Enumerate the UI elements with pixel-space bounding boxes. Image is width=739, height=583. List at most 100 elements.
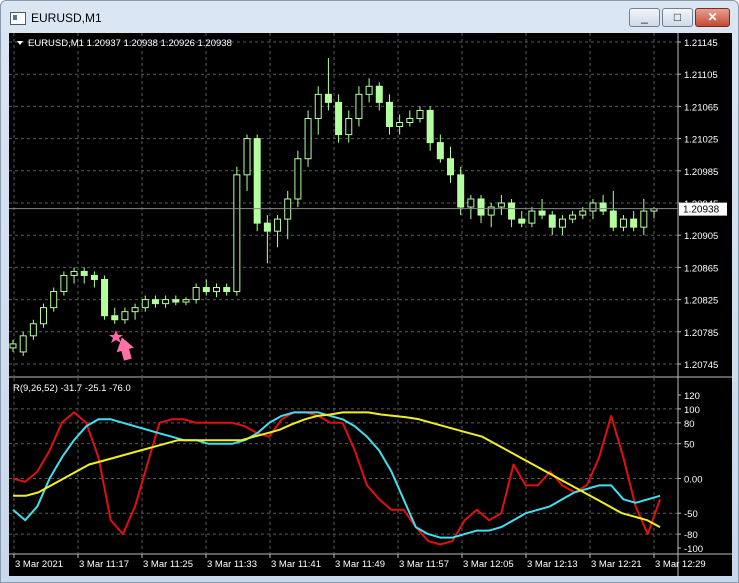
price-tick-label: 1.20905: [684, 231, 718, 242]
candle: [40, 307, 48, 325]
close-button[interactable]: ✕: [695, 8, 730, 27]
price-tick-label: 1.20785: [684, 328, 718, 339]
price-tick-label: 1.21025: [684, 135, 718, 146]
candle: [365, 85, 373, 95]
time-tick-label: 3 Mar 11:41: [271, 559, 321, 570]
candle: [80, 270, 88, 276]
candle: [172, 299, 180, 303]
indicator-tick-label: 80: [684, 419, 695, 430]
time-tick-label: 3 Mar 11:17: [79, 559, 129, 570]
candle: [121, 311, 129, 321]
indicator-header: R(9,26,52) -31.7 -25.1 -76.0: [13, 383, 131, 394]
title-bar[interactable]: EURUSD,M1 _ □ ✕: [1, 1, 738, 33]
candle: [630, 218, 638, 228]
indicator-tick-label: 100: [684, 405, 700, 416]
candle: [162, 299, 170, 305]
time-tick-label: 3 Mar 11:57: [399, 559, 449, 570]
minimize-icon: _: [641, 10, 648, 24]
chart-canvas[interactable]: 1.21145 1.21105 1.21065 1.21025 1.20985 1.209…: [9, 33, 732, 576]
maximize-button[interactable]: □: [662, 8, 693, 27]
indicator-tick-label: 50: [684, 440, 695, 451]
price-label-box: 1.20938: [679, 202, 727, 216]
terminal-window: EURUSD,M1 _ □ ✕ 1.21145 1.21105 1.21065 1.2…: [0, 0, 739, 583]
candle: [457, 174, 465, 208]
candle: [497, 202, 505, 208]
window-title: EURUSD,M1: [31, 11, 102, 25]
indicator-tick-label: 120: [684, 391, 700, 402]
candle: [406, 117, 414, 123]
candle: [274, 218, 282, 232]
candle: [538, 210, 546, 216]
candle: [345, 117, 353, 136]
candle: [223, 287, 231, 293]
chart-window-icon: [10, 12, 26, 25]
price-tick-label: 1.21065: [684, 102, 718, 113]
indicator-series-yellow: [13, 411, 661, 528]
candle: [436, 142, 444, 160]
candle: [548, 214, 556, 228]
candle: [192, 287, 200, 301]
indicator-tick-label: -100: [684, 544, 703, 555]
candle: [29, 323, 37, 337]
candle: [477, 198, 485, 216]
candle: [467, 198, 475, 208]
candle: [243, 138, 251, 176]
indicator-tick-label: 0.00: [684, 474, 703, 485]
candle: [101, 278, 109, 317]
candle: [324, 93, 332, 103]
candle: [355, 93, 363, 119]
candle: [558, 218, 566, 228]
candle: [528, 210, 536, 224]
candle: [131, 307, 139, 313]
indicator-tick-label: -50: [684, 509, 698, 520]
candle: [70, 270, 78, 276]
candle: [579, 210, 587, 216]
candle: [141, 299, 149, 309]
candle: [60, 274, 68, 293]
candle: [50, 291, 58, 309]
candle: [90, 274, 98, 280]
candle: [212, 287, 220, 293]
candle: [619, 218, 627, 228]
chart-area[interactable]: 1.21145 1.21105 1.21065 1.21025 1.20985 1.209…: [9, 33, 732, 576]
time-tick-label: 3 Mar 12:21: [591, 559, 642, 570]
chart-menu-triangle-icon[interactable]: [17, 41, 23, 45]
grid: [9, 33, 678, 553]
candle: [314, 93, 322, 119]
current-price-label: 1.20938: [683, 205, 720, 216]
candle: [569, 214, 577, 220]
time-tick-label: 3 Mar 11:49: [335, 559, 385, 570]
time-tick-label: 3 Mar 12:13: [527, 559, 578, 570]
candle: [151, 299, 159, 305]
candle: [253, 138, 261, 224]
candle: [426, 109, 434, 144]
candle: [335, 101, 343, 136]
price-tick-label: 1.21105: [684, 70, 718, 81]
indicator-tick-label: -80: [684, 530, 698, 541]
time-tick-label: 3 Mar 2021: [15, 559, 63, 570]
candle: [589, 202, 597, 212]
candle: [304, 117, 312, 160]
time-tick-label: 3 Mar 12:29: [655, 559, 706, 570]
price-tick-label: 1.20825: [684, 296, 718, 307]
maximize-icon: □: [673, 10, 682, 24]
candle: [508, 202, 516, 220]
candle: [375, 85, 383, 103]
candle: [396, 122, 404, 128]
price-tick-label: 1.21145: [684, 38, 718, 49]
indicator-axis: 120 100 80 50 0.00 -50 -80 -100: [678, 391, 703, 555]
close-icon: ✕: [707, 10, 718, 24]
candle: [518, 218, 526, 224]
candle: [609, 210, 617, 228]
candle: [202, 287, 210, 293]
minimize-button[interactable]: _: [629, 8, 660, 27]
candle: [447, 158, 455, 176]
time-tick-label: 3 Mar 11:25: [143, 559, 193, 570]
candle: [385, 101, 393, 128]
price-tick-label: 1.20745: [684, 360, 718, 371]
candle: [19, 335, 27, 353]
time-tick-label: 3 Mar 11:33: [207, 559, 257, 570]
candle: [294, 158, 302, 200]
chart-header: EURUSD,M1 1.20937 1.20938 1.20926 1.2093…: [28, 38, 232, 49]
price-tick-label: 1.20865: [684, 263, 718, 274]
